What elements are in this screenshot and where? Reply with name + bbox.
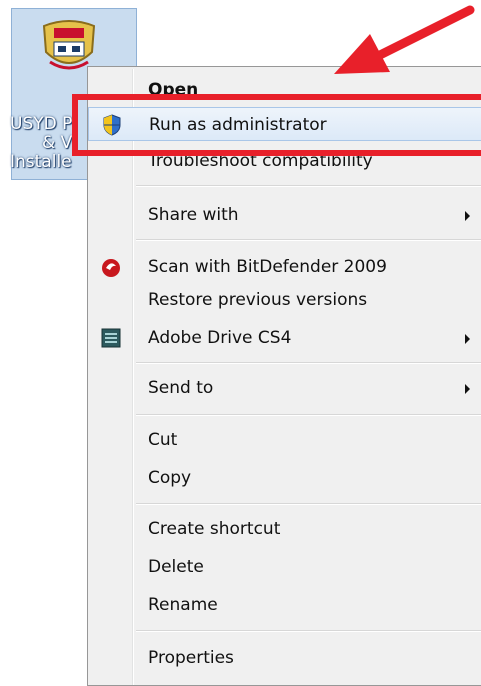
desktop-icon-label-line-3: Installe	[10, 152, 72, 172]
adobe-drive-icon	[101, 328, 121, 348]
menu-separator	[136, 239, 481, 241]
submenu-arrow-icon	[465, 211, 470, 221]
menu-separator	[136, 630, 481, 632]
menu-item-cut[interactable]: Cut	[88, 423, 481, 457]
menu-item-restore-previous-versions[interactable]: Restore previous versions	[88, 283, 481, 317]
menu-item-label: Cut	[148, 430, 178, 450]
menu-item-scan-bitdefender[interactable]: Scan with BitDefender 2009	[88, 250, 481, 284]
context-menu: Open Run as administrator Troubleshoot c…	[87, 66, 481, 686]
desktop-icon-label-line-2: & V	[42, 133, 73, 153]
menu-item-label: Adobe Drive CS4	[148, 328, 292, 348]
menu-item-label: Rename	[148, 595, 218, 615]
menu-item-label: Scan with BitDefender 2009	[148, 257, 387, 277]
menu-item-delete[interactable]: Delete	[88, 550, 481, 584]
menu-item-rename[interactable]: Rename	[88, 588, 481, 622]
menu-item-label: Copy	[148, 468, 192, 488]
menu-item-label: Create shortcut	[148, 519, 281, 539]
menu-separator	[136, 414, 481, 416]
menu-separator	[136, 185, 481, 187]
bitdefender-icon	[102, 259, 120, 277]
menu-item-label: Delete	[148, 557, 204, 577]
menu-item-adobe-drive[interactable]: Adobe Drive CS4	[88, 321, 481, 355]
menu-item-label: Share with	[148, 205, 239, 225]
menu-item-create-shortcut[interactable]: Create shortcut	[88, 512, 481, 546]
desktop-icon-label-line-1: USYD P	[10, 114, 73, 134]
submenu-arrow-icon	[465, 384, 470, 394]
annotation-highlight-box	[72, 94, 481, 156]
menu-item-send-to[interactable]: Send to	[88, 371, 481, 405]
menu-separator	[136, 503, 481, 505]
menu-item-properties[interactable]: Properties	[88, 641, 481, 675]
menu-item-label: Properties	[148, 648, 234, 668]
menu-item-copy[interactable]: Copy	[88, 461, 481, 495]
menu-separator	[136, 362, 481, 364]
menu-item-label: Send to	[148, 378, 214, 398]
menu-item-label: Restore previous versions	[148, 290, 368, 310]
menu-item-share-with[interactable]: Share with	[88, 198, 481, 232]
annotation-arrow-icon	[334, 5, 475, 74]
submenu-arrow-icon	[465, 334, 470, 344]
